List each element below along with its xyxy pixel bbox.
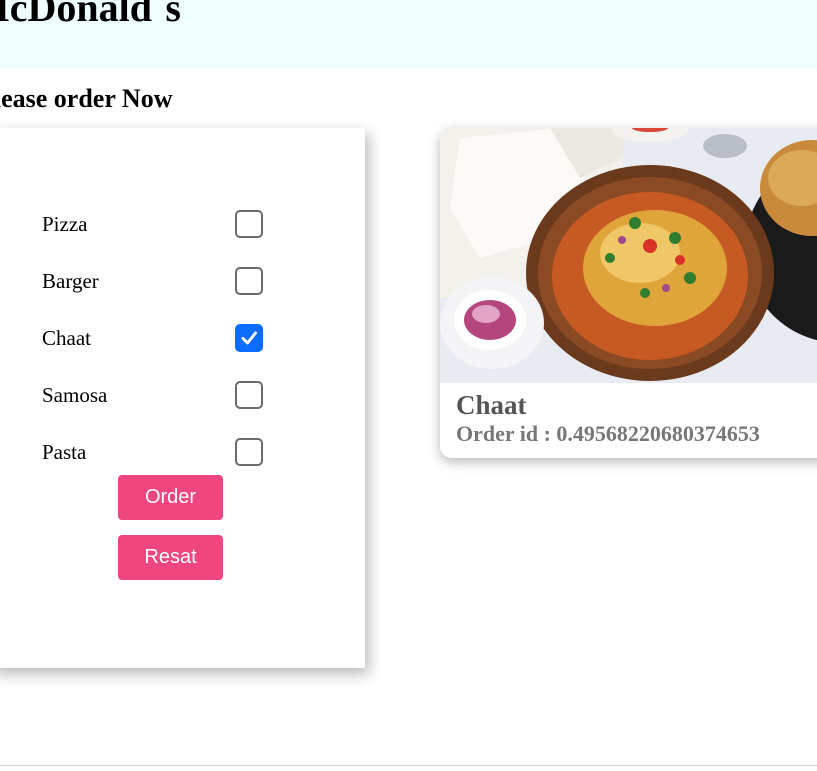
menu-item-label: Samosa xyxy=(42,383,108,407)
menu-item-label: Chaat xyxy=(42,326,91,350)
food-bowl-photo xyxy=(440,128,817,383)
order-button[interactable]: Order xyxy=(118,475,223,520)
menu-panel: Pizza Barger Chaat Samosa Pasta Order Re… xyxy=(0,128,365,668)
page-subtitle: Please order Now xyxy=(0,84,173,113)
pizza-checkbox[interactable] xyxy=(235,210,263,238)
order-id: Order id : 0.49568220680374653 xyxy=(456,421,760,446)
order-card: Chaat Order id : 0.49568220680374653 xyxy=(440,128,817,458)
menu-item-chaat[interactable]: Chaat xyxy=(42,324,278,356)
menu-item-samosa[interactable]: Samosa xyxy=(42,381,278,413)
menu-item-pizza[interactable]: Pizza xyxy=(42,210,278,242)
reset-button[interactable]: Resat xyxy=(118,535,223,580)
menu-item-label: Pizza xyxy=(42,212,88,236)
card-title: Chaat xyxy=(456,390,527,420)
brand-title: McDonald´s xyxy=(0,0,181,30)
menu-item-label: Barger xyxy=(42,269,99,293)
menu-item-label: Pasta xyxy=(42,440,87,464)
check-icon xyxy=(241,331,257,345)
menu-item-pasta[interactable]: Pasta xyxy=(42,438,278,470)
header-bar: McDonald´s xyxy=(0,0,817,68)
barger-checkbox[interactable] xyxy=(235,267,263,295)
chaat-checkbox[interactable] xyxy=(235,324,263,352)
pasta-checkbox[interactable] xyxy=(235,438,263,466)
menu-item-barger[interactable]: Barger xyxy=(42,267,278,299)
bottom-divider xyxy=(0,765,817,766)
samosa-checkbox[interactable] xyxy=(235,381,263,409)
